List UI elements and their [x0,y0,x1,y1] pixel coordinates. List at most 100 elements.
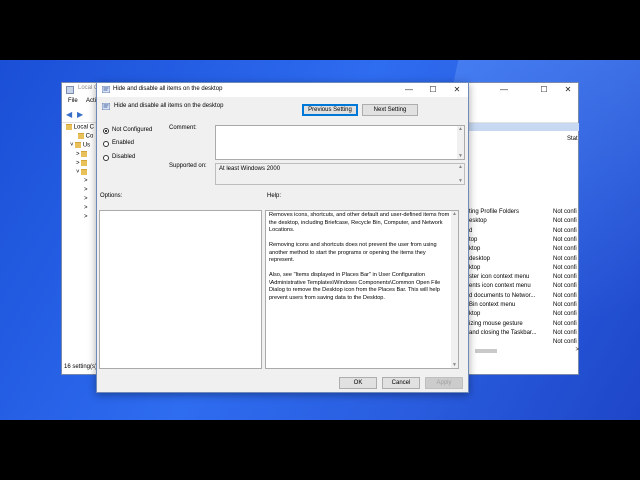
table-row[interactable]: Bin context menu Not confi [469,302,579,311]
setting-name: izing mouse gesture [469,320,523,327]
table-row[interactable]: d documents to Networ... Not confi [469,293,579,302]
setting-name: ktop [469,264,481,271]
previous-setting-button[interactable]: Previous Setting [302,104,358,116]
state-column-header[interactable]: Stat [567,136,578,142]
table-row[interactable]: ktop Not confi [469,246,579,255]
table-row[interactable]: esktop Not confi [469,218,579,227]
scrollbar-thumb[interactable] [475,349,497,353]
tree-expander[interactable]: ˃ [84,187,88,193]
radio-dot[interactable] [103,141,109,147]
setting-name: desktop [469,255,491,262]
scroll-up-icon[interactable]: ▲ [457,164,464,170]
folder-icon [81,151,88,157]
tree-item-local-computer-policy[interactable]: Local C [66,124,94,131]
scroll-down-icon[interactable]: ▼ [457,178,464,184]
setting-state: Not confi [553,292,577,299]
tree-folder[interactable]: ˅ [76,169,88,176]
table-row[interactable]: ents icon context menu Not confi [469,283,579,292]
setting-state: Not confi [553,311,577,318]
bg-maximize-icon[interactable]: ☐ [532,83,556,97]
setting-state: Not confi [553,339,577,346]
help-scrollbar[interactable]: ▲ ▼ [451,211,458,368]
table-row[interactable]: izing mouse gesture Not confi [469,321,579,330]
setting-state: Not confi [553,274,577,281]
setting-state: Not confi [553,320,577,327]
setting-name: Bin context menu [469,302,516,308]
maximize-icon[interactable]: ☐ [421,83,445,97]
user-icon [75,142,82,148]
tree-item-computer-config[interactable]: Co [78,133,93,140]
radio-dot[interactable] [103,128,109,134]
next-setting-button[interactable]: Next Setting [362,104,418,116]
apply-button[interactable]: Apply [425,377,463,389]
setting-name: top [469,236,478,243]
radio-enabled[interactable]: Enabled [103,140,183,149]
comment-scrollbar[interactable]: ▲ ▼ [457,126,464,159]
scroll-down-icon[interactable]: ▼ [457,153,464,159]
tree-expander[interactable]: ˃ [84,178,88,184]
scroll-right-arrow-icon[interactable]: ˃ [575,347,579,353]
setting-header-icon [102,103,110,110]
ok-button[interactable]: OK [339,377,377,389]
dialog-title: Hide and disable all items on the deskto… [113,86,223,92]
table-row[interactable]: d Not confi [469,228,579,237]
setting-state: Not confi [553,255,577,262]
radio-dot[interactable] [103,155,109,161]
forward-arrow-icon[interactable]: ▶ [77,110,86,119]
policy-settings-icon [102,86,110,93]
help-pane[interactable]: Removes icons, shortcuts, and other defa… [265,210,459,369]
folder-icon [81,160,88,166]
tree-folder[interactable]: ˃ [76,160,88,167]
back-arrow-icon[interactable]: ◀ [66,110,75,119]
table-row[interactable]: desktop Not confi [469,256,579,265]
help-label: Help: [267,193,282,199]
setting-name-header: Hide and disable all items on the deskto… [114,103,224,109]
scroll-up-icon[interactable]: ▲ [457,126,464,132]
tree-expander[interactable]: ˃ [84,214,88,220]
tree-folder[interactable]: ˃ [76,151,88,158]
setting-state: Not confi [553,264,577,271]
table-row[interactable]: ktop Not confi [469,311,579,320]
options-label: Options: [100,193,123,199]
setting-name: d documents to Networ... [469,292,536,299]
menu-file[interactable]: File [68,98,78,104]
radio-label: Not Configured [112,127,153,133]
gpedit-app-icon [66,86,74,94]
radio-disabled[interactable]: Disabled [103,154,183,163]
scroll-down-icon[interactable]: ▼ [451,362,458,368]
table-row[interactable]: ktop Not confi [469,265,579,274]
policy-setting-dialog[interactable]: Hide and disable all items on the deskto… [96,82,469,393]
table-row[interactable]: ting Profile Folders Not confi [469,209,579,218]
setting-state: Not confi [553,246,577,253]
setting-state: Not confi [553,236,577,243]
table-row[interactable]: and closing the Taskbar... Not confi [469,330,579,339]
minimize-icon[interactable]: — [397,83,421,97]
list-header-bar [469,123,579,131]
menu-action[interactable]: Acti [86,98,96,104]
radio-label: Disabled [112,154,136,160]
close-icon[interactable]: ✕ [445,83,469,97]
folder-icon [81,169,88,175]
tree-item-user-config[interactable]: ˅ Us [70,142,90,149]
supported-scrollbar[interactable]: ▲ ▼ [457,164,464,184]
dialog-titlebar[interactable]: Hide and disable all items on the deskto… [97,83,468,97]
scroll-up-icon[interactable]: ▲ [451,211,458,217]
status-bar: 16 setting(s) [64,364,98,370]
table-row[interactable]: ster icon context menu Not confi [469,274,579,283]
comment-field[interactable]: ▲ ▼ [215,125,465,160]
setting-name: ktop [469,246,481,253]
policy-icon [66,124,72,130]
table-row[interactable]: top Not confi [469,237,579,246]
help-paragraph: Also, see "Items displayed in Places Bar… [269,272,441,301]
setting-state: Not confi [553,218,577,225]
cancel-button[interactable]: Cancel [382,377,420,389]
tree-expander[interactable]: ˃ [84,196,88,202]
setting-state: Not confi [553,209,577,215]
supported-on-label: Supported on: [169,163,207,169]
bg-close-icon[interactable]: ✕ [556,83,580,97]
settings-horizontal-scrollbar[interactable]: ˃ [469,347,579,355]
tree-expander[interactable]: ˃ [84,205,88,211]
tree-item-label: Us [82,142,91,149]
setting-name: esktop [469,218,487,225]
bg-minimize-icon[interactable]: — [492,83,516,97]
